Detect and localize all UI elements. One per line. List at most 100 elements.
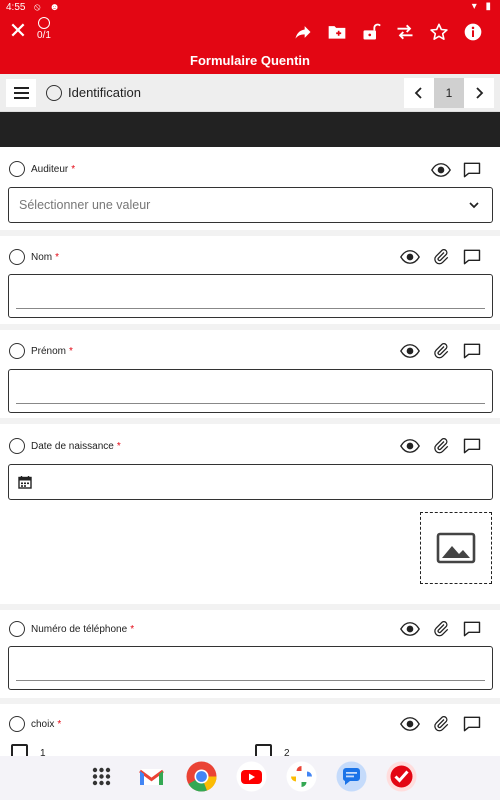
input-underline [16, 308, 485, 309]
paperclip-icon [434, 438, 449, 454]
field-status-icon [9, 621, 25, 637]
field-status-icon [9, 716, 25, 732]
status-system-icons: ▾ ▮ [471, 1, 494, 12]
paperclip-icon [434, 249, 449, 265]
form-title: Formulaire Quentin [190, 53, 310, 68]
comment-button[interactable] [461, 248, 483, 266]
menu-button[interactable] [6, 79, 36, 107]
unlock-button[interactable] [354, 19, 388, 45]
comment-icon [463, 343, 481, 359]
taskbar-dock [0, 756, 500, 800]
nom-input[interactable] [8, 274, 493, 318]
date-input[interactable] [8, 464, 493, 500]
attachment-button[interactable] [430, 248, 452, 266]
eye-icon [400, 717, 420, 731]
auditeur-select[interactable]: Sélectionner une valeur [8, 187, 493, 223]
eye-icon [400, 622, 420, 636]
select-placeholder: Sélectionner une valeur [19, 198, 151, 212]
field-label: Nom * [31, 252, 60, 263]
section-status-icon [46, 85, 62, 101]
progress-count: 0/1 [37, 30, 51, 41]
sync-button[interactable] [388, 19, 422, 45]
prev-page-button[interactable] [404, 78, 434, 108]
section-navigation: Identification 1 [0, 74, 500, 112]
youtube-app[interactable] [235, 760, 268, 793]
field-status-icon [9, 343, 25, 359]
field-label: Date de naissance * [31, 441, 121, 452]
field-numero-de-telephone: Numéro de téléphone * [0, 610, 500, 698]
status-notification-icons: ⦸ ☻ [34, 2, 63, 13]
paperclip-icon [434, 343, 449, 359]
calendar-icon [18, 476, 32, 489]
gmail-app[interactable] [135, 760, 168, 793]
field-prenom: Prénom * [0, 330, 500, 418]
paperclip-icon [434, 716, 449, 732]
comment-icon [463, 621, 481, 637]
photos-app[interactable] [285, 760, 318, 793]
close-icon: ✕ [8, 18, 28, 43]
telephone-input[interactable] [8, 646, 493, 690]
comment-button[interactable] [461, 161, 483, 179]
field-status-icon [9, 161, 25, 177]
messages-icon [336, 761, 367, 792]
comment-button[interactable] [461, 342, 483, 360]
comment-icon [463, 162, 481, 178]
messages-app[interactable] [335, 760, 368, 793]
eye-icon [400, 344, 420, 358]
status-bar: 4:55 ⦸ ☻ ▾ ▮ [0, 0, 500, 16]
checklist-app-icon [386, 761, 417, 792]
eye-icon [431, 163, 451, 177]
sync-icon [397, 24, 413, 40]
attachment-button[interactable] [430, 620, 452, 638]
chevron-down-icon [469, 202, 479, 209]
chrome-app[interactable] [185, 760, 218, 793]
app-drawer-button[interactable] [85, 760, 118, 793]
attachment-button[interactable] [430, 715, 452, 733]
next-page-button[interactable] [464, 78, 494, 108]
visibility-button[interactable] [399, 715, 421, 733]
choix-checkbox-1[interactable] [11, 744, 28, 756]
visibility-button[interactable] [430, 161, 452, 179]
field-status-icon [9, 249, 25, 265]
input-underline [16, 403, 485, 404]
field-nom: Nom * [0, 236, 500, 324]
field-label: Numéro de téléphone * [31, 624, 135, 635]
attachment-button[interactable] [430, 342, 452, 360]
add-folder-icon [328, 26, 346, 39]
choix-checkbox-2[interactable] [255, 744, 272, 756]
visibility-button[interactable] [399, 248, 421, 266]
comment-icon [463, 249, 481, 265]
checkbox-label: 1 [40, 748, 46, 756]
attachment-button[interactable] [430, 437, 452, 455]
input-underline [16, 680, 485, 681]
eye-icon [400, 439, 420, 453]
unlock-icon [363, 23, 381, 40]
visibility-button[interactable] [399, 437, 421, 455]
field-auditeur: Auditeur * Sélectionner une valeur [0, 147, 500, 233]
hamburger-icon-line [13, 97, 29, 99]
comment-button[interactable] [461, 715, 483, 733]
favorite-button[interactable] [422, 19, 456, 45]
field-label: Prénom * [31, 346, 73, 357]
paperclip-icon [434, 621, 449, 637]
checkbox-label: 2 [284, 748, 290, 756]
comment-button[interactable] [461, 620, 483, 638]
add-folder-button[interactable] [320, 19, 354, 45]
visibility-button[interactable] [399, 342, 421, 360]
gmail-icon [139, 769, 164, 785]
prenom-input[interactable] [8, 369, 493, 413]
section-pager: 1 [404, 78, 494, 108]
chevron-right-icon [476, 87, 484, 99]
close-button[interactable]: ✕ [8, 20, 28, 42]
status-time: 4:55 [6, 2, 26, 13]
image-icon [436, 532, 476, 564]
comment-button[interactable] [461, 437, 483, 455]
info-button[interactable] [456, 19, 490, 45]
hamburger-icon-line [13, 87, 29, 89]
checklist-app[interactable] [385, 760, 418, 793]
visibility-button[interactable] [399, 620, 421, 638]
progress-indicator: 0/1 [32, 17, 56, 41]
star-icon [430, 23, 448, 40]
share-button[interactable] [286, 19, 320, 45]
image-upload-button[interactable] [420, 512, 492, 584]
